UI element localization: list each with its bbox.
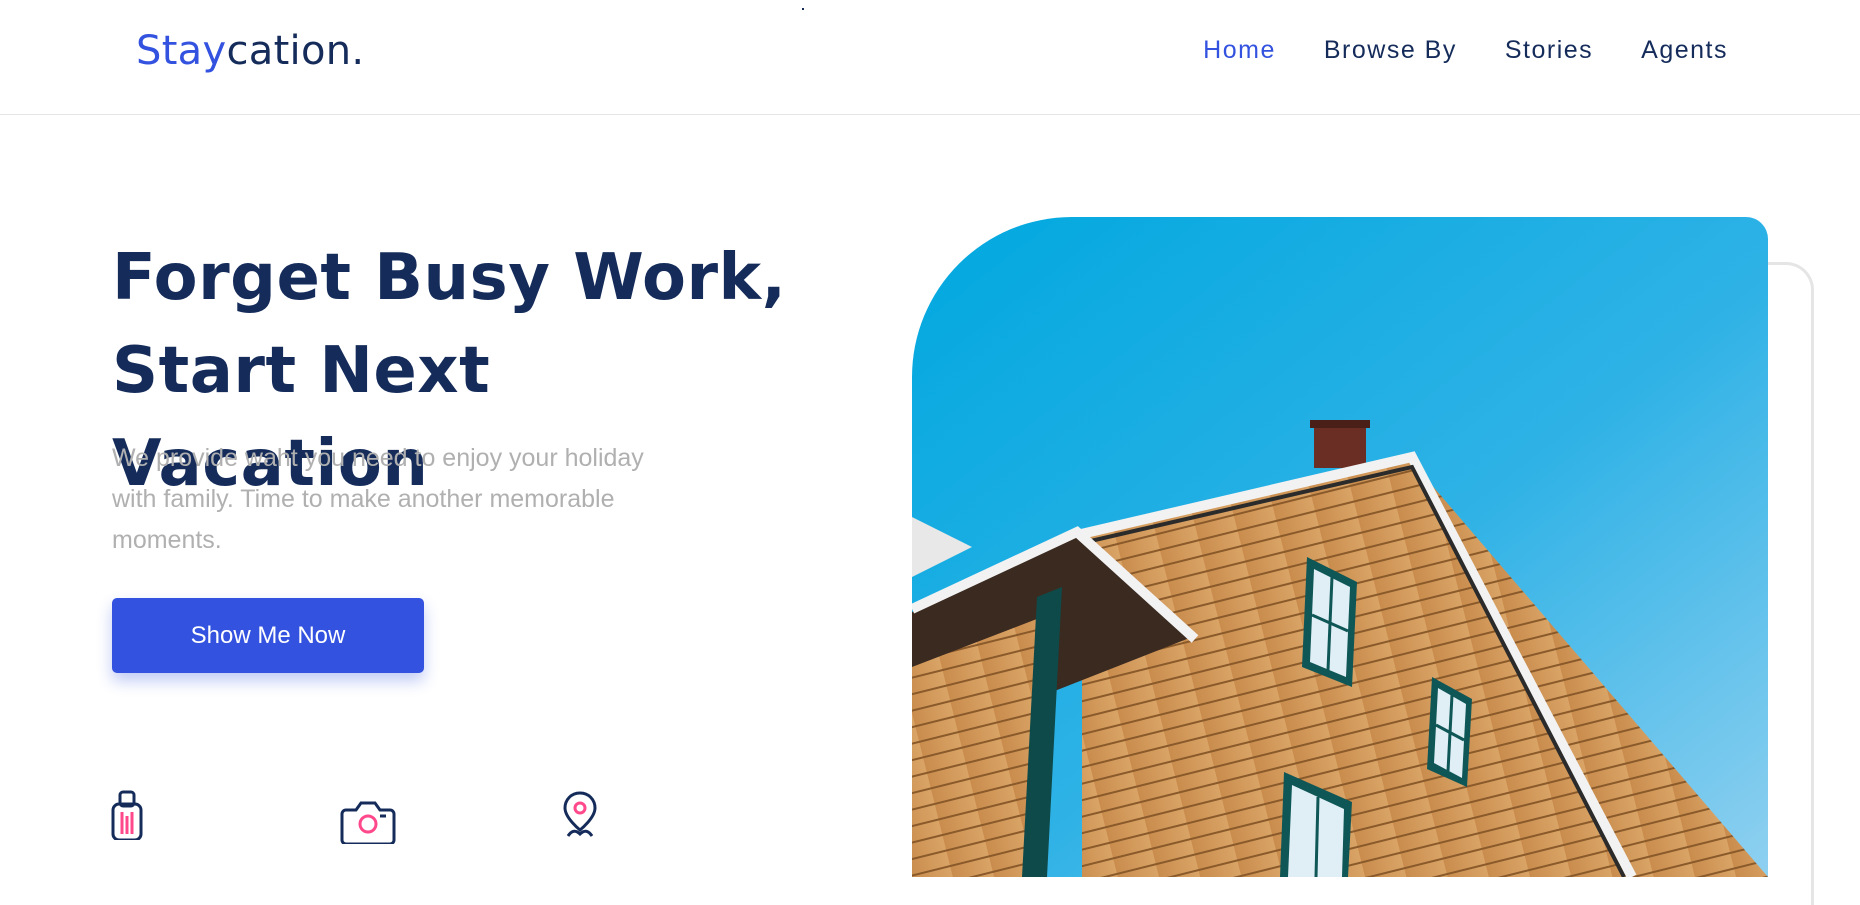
hero-title-line1: Forget Busy Work, bbox=[112, 241, 787, 315]
camera-icon bbox=[340, 800, 396, 848]
nav-browse-by[interactable]: Browse By bbox=[1324, 36, 1457, 65]
logo-accent: Stay bbox=[136, 28, 227, 74]
logo[interactable]: Staycation. bbox=[136, 28, 364, 74]
map-pin-icon bbox=[560, 790, 600, 844]
nav-stories[interactable]: Stories bbox=[1505, 36, 1593, 65]
suitcase-icon bbox=[110, 790, 146, 844]
hero-house-image bbox=[912, 217, 1768, 877]
nav-home[interactable]: Home bbox=[1203, 36, 1276, 65]
logo-rest: cation. bbox=[226, 28, 365, 74]
main-nav: Home Browse By Stories Agents bbox=[1203, 36, 1728, 65]
hero-description: We provide waht you need to enjoy your h… bbox=[112, 444, 644, 554]
show-me-now-button[interactable]: Show Me Now bbox=[112, 598, 424, 673]
nav-agents[interactable]: Agents bbox=[1641, 36, 1728, 65]
site-header: Staycation. Home Browse By Stories Agent… bbox=[0, 0, 1860, 115]
